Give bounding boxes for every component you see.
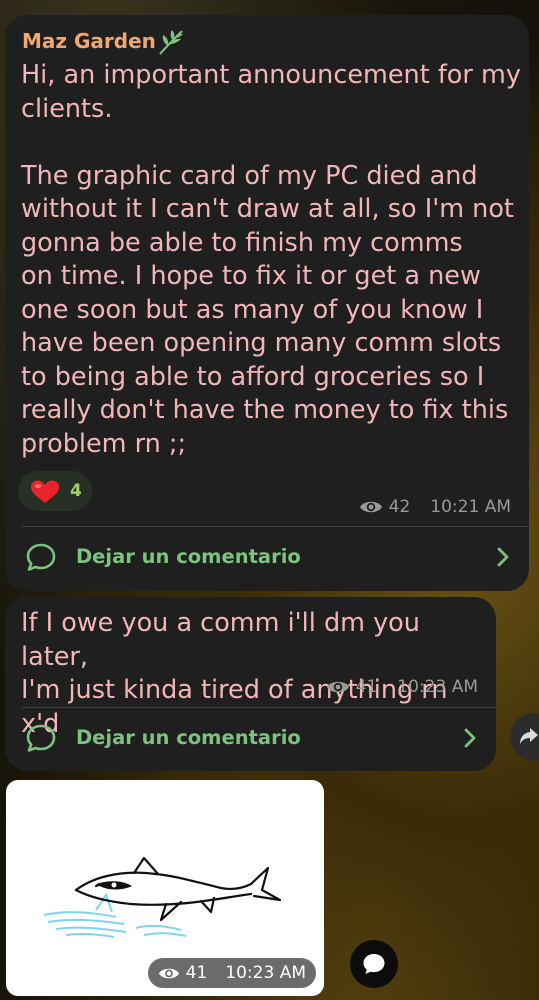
heart-icon: [31, 480, 59, 503]
message-meta: 42 10:21 AM: [359, 497, 511, 517]
view-count: 41: [185, 963, 208, 983]
message-bubble-followup: If I owe you a comm i'll dm you later, I…: [5, 597, 496, 771]
author-name[interactable]: Maz Garden: [22, 29, 156, 53]
reaction-count: 4: [70, 481, 82, 501]
reaction-badge[interactable]: 4: [18, 471, 92, 511]
chat-bubble-icon: [363, 954, 385, 974]
eye-icon: [158, 968, 179, 978]
chat-button[interactable]: [350, 940, 398, 988]
image-meta: 41 10:23 AM: [147, 958, 316, 988]
leaf-icon: [159, 30, 183, 55]
eye-icon: [326, 681, 349, 693]
share-arrow-icon: [520, 728, 538, 744]
share-button[interactable]: [510, 713, 539, 761]
comment-bubble-icon: [26, 543, 56, 571]
timestamp: 10:21 AM: [430, 497, 511, 517]
message-text: Hi, an important announcement for my cli…: [21, 60, 521, 459]
leave-comment-button[interactable]: Dejar un comentario: [5, 527, 529, 587]
view-count: 42: [388, 497, 411, 517]
leave-comment-label: Dejar un comentario: [76, 545, 301, 568]
timestamp: 10:23 AM: [397, 677, 478, 697]
chevron-right-icon: [464, 728, 476, 748]
message-bubble-announcement: Maz Garden Hi, an important announcement…: [5, 15, 529, 591]
chevron-right-icon: [497, 547, 509, 567]
shark-drawing-image: [43, 856, 282, 938]
timestamp: 10:23 AM: [225, 963, 306, 983]
leave-comment-label: Dejar un comentario: [76, 726, 301, 749]
image-message[interactable]: 41 10:23 AM: [6, 780, 324, 996]
view-count: 41: [355, 677, 378, 697]
leave-comment-button[interactable]: Dejar un comentario: [5, 708, 496, 768]
comment-bubble-icon: [26, 724, 56, 752]
eye-icon: [359, 501, 382, 513]
message-meta: 41 10:23 AM: [326, 677, 478, 697]
